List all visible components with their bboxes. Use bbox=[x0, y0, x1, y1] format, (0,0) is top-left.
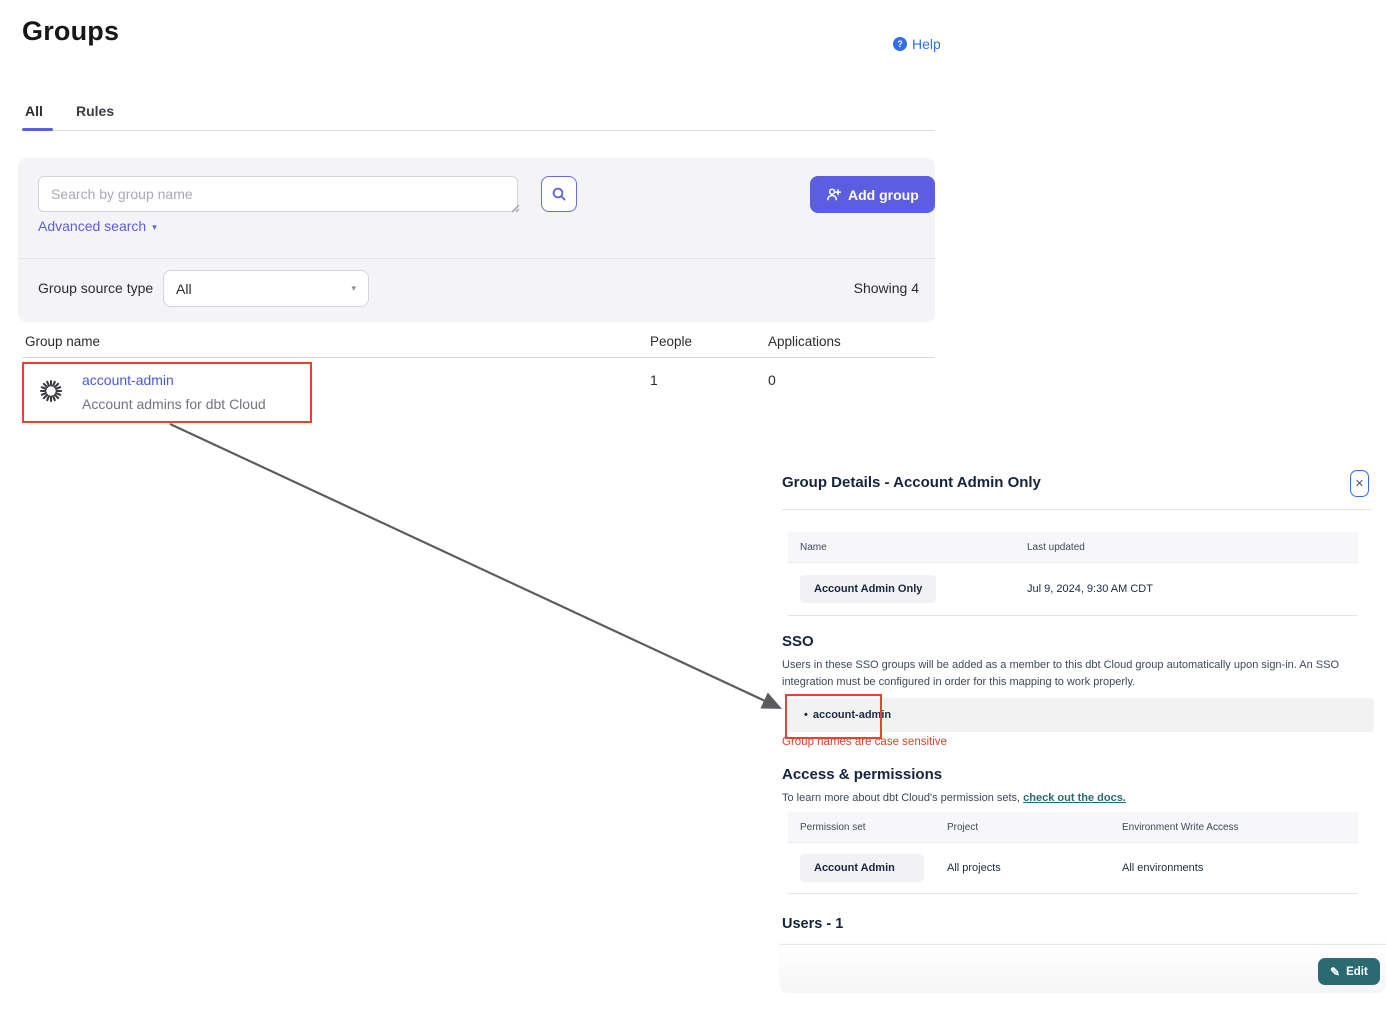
group-source-type-select[interactable]: All ▾ bbox=[163, 270, 369, 307]
tab-all[interactable]: All bbox=[25, 103, 43, 119]
advanced-search-label: Advanced search bbox=[38, 218, 146, 234]
group-source-type-label: Group source type bbox=[38, 280, 153, 296]
column-header-group-name: Group name bbox=[25, 334, 100, 349]
group-details-title: Group Details - Account Admin Only bbox=[782, 474, 1041, 491]
group-info-table: Name Last updated Account Admin Only Jul… bbox=[788, 532, 1358, 616]
add-group-label: Add group bbox=[848, 187, 919, 203]
help-link-label: Help bbox=[912, 36, 940, 52]
access-description: To learn more about dbt Cloud's permissi… bbox=[782, 790, 1354, 807]
group-name-link[interactable]: account-admin bbox=[82, 372, 174, 388]
permissions-header-row: Permission set Project Environment Write… bbox=[788, 812, 1358, 843]
table-header-divider bbox=[22, 357, 935, 358]
advanced-search-toggle[interactable]: Advanced search ▾ bbox=[38, 218, 157, 234]
sso-group-chip: • account-admin bbox=[804, 709, 891, 721]
last-updated-value: Jul 9, 2024, 9:30 AM CDT bbox=[1015, 583, 1153, 595]
column-header-applications: Applications bbox=[768, 334, 841, 349]
panel-divider bbox=[18, 258, 935, 259]
showing-count: Showing 4 bbox=[854, 280, 919, 296]
panel-header-divider bbox=[782, 509, 1371, 510]
col-environment-write-access: Environment Write Access bbox=[1110, 822, 1239, 833]
info-table-row: Account Admin Only Jul 9, 2024, 9:30 AM … bbox=[788, 563, 1358, 616]
search-filter-panel: Add group Advanced search ▾ Group source… bbox=[18, 158, 935, 322]
search-icon bbox=[551, 186, 567, 202]
group-source-type-value: All bbox=[176, 281, 192, 297]
environment-value: All environments bbox=[1110, 862, 1203, 874]
sso-heading: SSO bbox=[782, 633, 814, 650]
groups-admin-page: Groups ? Help All Rules bbox=[0, 0, 1386, 1009]
info-col-last-updated: Last updated bbox=[1015, 542, 1085, 553]
permissions-row: Account Admin All projects All environme… bbox=[788, 843, 1358, 894]
col-permission-set: Permission set bbox=[788, 822, 935, 833]
access-permissions-heading: Access & permissions bbox=[782, 766, 942, 783]
col-project: Project bbox=[935, 822, 1110, 833]
group-sunburst-icon bbox=[38, 378, 64, 409]
project-value: All projects bbox=[935, 862, 1110, 874]
info-col-name: Name bbox=[788, 542, 1015, 553]
case-sensitive-warning: Group names are case sensitive bbox=[782, 736, 947, 748]
group-people-count: 1 bbox=[650, 372, 658, 388]
tabs-divider bbox=[22, 130, 935, 131]
search-button[interactable] bbox=[541, 176, 577, 212]
active-tab-indicator bbox=[22, 128, 53, 131]
access-description-text: To learn more about dbt Cloud's permissi… bbox=[782, 792, 1023, 804]
caret-down-icon: ▾ bbox=[152, 222, 157, 233]
column-header-people: People bbox=[650, 334, 692, 349]
users-heading: Users - 1 bbox=[782, 916, 843, 932]
sso-group-bar: • account-admin bbox=[788, 698, 1374, 732]
edit-button[interactable]: ✎ Edit bbox=[1318, 958, 1380, 985]
group-name-chip: Account Admin Only bbox=[800, 575, 936, 603]
sso-group-name: account-admin bbox=[813, 709, 891, 721]
edit-button-label: Edit bbox=[1346, 966, 1368, 978]
search-input[interactable] bbox=[38, 176, 518, 212]
help-link[interactable]: ? Help bbox=[893, 36, 940, 52]
close-icon: ✕ bbox=[1355, 477, 1364, 490]
add-group-button[interactable]: Add group bbox=[810, 176, 935, 213]
group-applications-count: 0 bbox=[768, 372, 776, 388]
help-question-icon: ? bbox=[893, 37, 907, 51]
group-details-panel: Group Details - Account Admin Only ✕ Nam… bbox=[780, 460, 1386, 1009]
page-title: Groups bbox=[22, 16, 119, 47]
group-description: Account admins for dbt Cloud bbox=[82, 396, 266, 412]
sso-description: Users in these SSO groups will be added … bbox=[782, 657, 1354, 691]
bullet-icon: • bbox=[804, 709, 808, 721]
permission-set-chip: Account Admin bbox=[800, 854, 924, 882]
tab-rules[interactable]: Rules bbox=[76, 103, 114, 119]
panel-footer bbox=[780, 944, 1386, 993]
pencil-icon: ✎ bbox=[1330, 965, 1340, 979]
add-user-icon bbox=[826, 187, 841, 202]
info-table-header-row: Name Last updated bbox=[788, 532, 1358, 563]
caret-down-icon: ▾ bbox=[351, 283, 356, 294]
close-panel-button[interactable]: ✕ bbox=[1350, 470, 1369, 497]
table-row[interactable]: account-admin Account admins for dbt Clo… bbox=[0, 362, 940, 432]
permissions-table: Permission set Project Environment Write… bbox=[788, 812, 1358, 894]
docs-link[interactable]: check out the docs. bbox=[1023, 792, 1126, 804]
